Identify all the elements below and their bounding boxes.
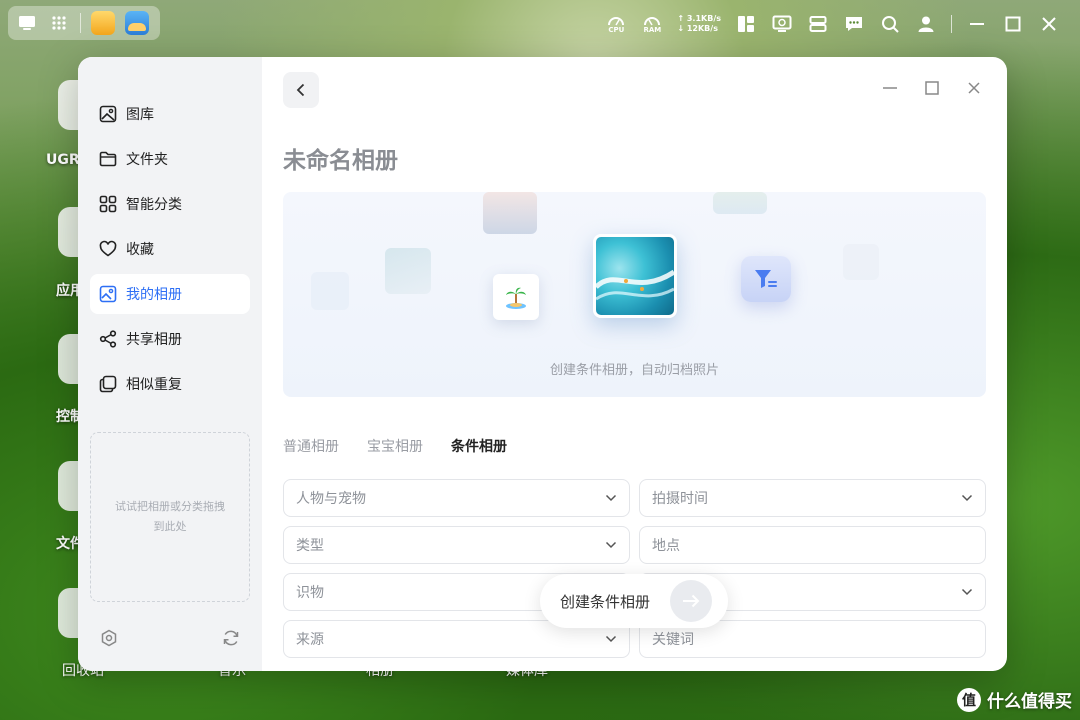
download-speed: ↓ 12KB/s <box>677 24 718 33</box>
watermark-logo-icon: 值 <box>957 687 981 712</box>
people-pets-select[interactable]: 人物与宠物 <box>283 479 630 517</box>
drop-hint-text: 试试把相册或分类拖拽到此处 <box>115 500 225 533</box>
create-condition-album-button[interactable]: 创建条件相册 <box>540 574 728 628</box>
watermark-text: 什么值得买 <box>987 692 1072 712</box>
monitor-icon[interactable] <box>771 13 793 35</box>
featured-photo <box>593 234 677 318</box>
chevron-down-icon <box>605 541 617 549</box>
chevron-down-icon <box>605 494 617 502</box>
sidebar-item-shared-albums[interactable]: 共享相册 <box>90 319 250 359</box>
system-tray: CPU RAM ↑ 3.1KB/s ↓ 12KB/s <box>605 10 1060 38</box>
beach-icon <box>493 274 539 320</box>
arrow-right-icon <box>670 580 713 622</box>
gallery-icon <box>99 105 117 123</box>
user-icon[interactable] <box>915 13 937 35</box>
sidebar-item-folder[interactable]: 文件夹 <box>90 139 250 179</box>
type-select[interactable]: 类型 <box>283 526 630 564</box>
shooting-time-select[interactable]: 拍摄时间 <box>639 479 986 517</box>
taskbar-divider <box>80 13 81 33</box>
banner-caption: 创建条件相册，自动归档照片 <box>549 363 719 378</box>
sidebar-item-label: 文件夹 <box>126 152 168 168</box>
tray-divider <box>951 15 952 33</box>
keyword-placeholder: 关键词 <box>652 632 694 648</box>
storage-icon[interactable] <box>807 13 829 35</box>
sidebar-item-favorites[interactable]: 收藏 <box>90 229 250 269</box>
sidebar: 图库 文件夹 智能分类 收藏 我的相册 共享相册 相似重复 试试把相册或分类拖拽… <box>78 57 262 671</box>
cpu-label: CPU <box>608 26 625 34</box>
minimize-icon[interactable] <box>966 13 988 35</box>
sidebar-item-gallery[interactable]: 图库 <box>90 94 250 134</box>
ram-label: RAM <box>643 26 662 34</box>
sidebar-item-smart-category[interactable]: 智能分类 <box>90 184 250 224</box>
sidebar-item-similar-duplicates[interactable]: 相似重复 <box>90 364 250 404</box>
thumbnail-image <box>483 192 537 234</box>
photos-window: 图库 文件夹 智能分类 收藏 我的相册 共享相册 相似重复 试试把相册或分类拖拽… <box>78 57 1007 671</box>
sidebar-item-label: 共享相册 <box>126 332 182 348</box>
people-pets-label: 人物与宠物 <box>296 491 366 507</box>
taskbar <box>8 6 160 40</box>
chevron-down-icon <box>961 588 973 596</box>
album-type-tabs: 普通相册 宝宝相册 条件相册 <box>283 436 507 456</box>
tab-baby-album[interactable]: 宝宝相册 <box>367 436 423 456</box>
sidebar-item-label: 我的相册 <box>126 287 182 303</box>
watermark: 值 什么值得买 <box>957 687 1072 712</box>
settings-icon[interactable] <box>100 629 118 651</box>
duplicate-icon <box>99 375 117 393</box>
desktop-label-ugreen: UGR <box>46 152 80 168</box>
shooting-time-label: 拍摄时间 <box>652 491 708 507</box>
album-icon <box>99 285 117 303</box>
desktop-icon[interactable] <box>16 12 38 34</box>
window-minimize-icon[interactable] <box>881 79 899 97</box>
sidebar-item-label: 智能分类 <box>126 197 182 213</box>
tab-normal-album[interactable]: 普通相册 <box>283 436 339 456</box>
message-icon[interactable] <box>843 13 865 35</box>
sidebar-item-label: 图库 <box>126 107 154 123</box>
thumbnail-image <box>843 244 879 280</box>
photos-app-icon[interactable] <box>125 11 149 35</box>
source-label: 来源 <box>296 632 324 648</box>
drop-zone[interactable]: 试试把相册或分类拖拽到此处 <box>90 432 250 602</box>
object-label: 识物 <box>296 585 324 601</box>
thumbnail-image <box>713 192 767 214</box>
page-title[interactable]: 未命名相册 <box>283 141 398 175</box>
search-icon[interactable] <box>879 13 901 35</box>
filter-icon <box>741 256 791 302</box>
close-icon[interactable] <box>1038 13 1060 35</box>
condition-album-banner: 创建条件相册，自动归档照片 <box>283 192 986 397</box>
files-app-icon[interactable] <box>91 11 115 35</box>
sidebar-item-label: 相似重复 <box>126 377 182 393</box>
share-icon <box>99 330 117 348</box>
window-maximize-icon[interactable] <box>923 79 941 97</box>
sidebar-item-label: 收藏 <box>126 242 154 258</box>
thumbnail-image <box>385 248 431 294</box>
refresh-icon[interactable] <box>222 629 240 651</box>
network-speed[interactable]: ↑ 3.1KB/s ↓ 12KB/s <box>677 14 721 34</box>
heart-icon <box>99 240 117 257</box>
apps-grid-icon[interactable] <box>48 12 70 34</box>
chevron-down-icon <box>605 635 617 643</box>
main-panel: 未命名相册 创建条件相册，自动归档照片 普通相册 宝宝相册 条件相册 人物与宠物… <box>262 57 1007 671</box>
dashboard-icon[interactable] <box>735 13 757 35</box>
window-controls <box>881 79 983 97</box>
chevron-left-icon <box>296 83 305 97</box>
window-close-icon[interactable] <box>965 79 983 97</box>
folder-icon <box>99 151 117 167</box>
sidebar-footer <box>100 629 240 651</box>
location-input[interactable]: 地点 <box>639 526 986 564</box>
thumbnail-image <box>311 272 349 310</box>
back-button[interactable] <box>283 72 319 108</box>
type-label: 类型 <box>296 538 324 554</box>
cpu-gauge-icon[interactable]: CPU <box>605 14 627 34</box>
chevron-down-icon <box>961 494 973 502</box>
create-button-label: 创建条件相册 <box>560 592 651 611</box>
tab-condition-album[interactable]: 条件相册 <box>451 436 507 456</box>
ram-gauge-icon[interactable]: RAM <box>641 14 663 34</box>
sidebar-item-my-albums[interactable]: 我的相册 <box>90 274 250 314</box>
maximize-icon[interactable] <box>1002 13 1024 35</box>
grid-icon <box>99 195 117 213</box>
upload-speed: ↑ 3.1KB/s <box>677 14 721 23</box>
location-placeholder: 地点 <box>652 538 680 554</box>
